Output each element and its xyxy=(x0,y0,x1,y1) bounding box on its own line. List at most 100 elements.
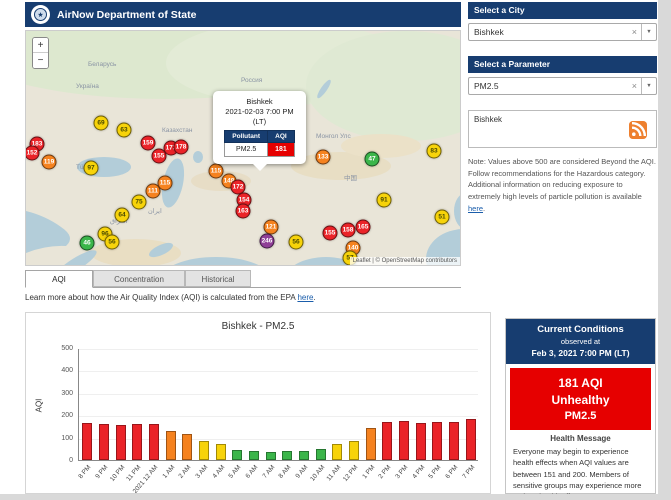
zoom-out-button[interactable]: − xyxy=(33,53,48,68)
aqi-map-marker[interactable]: 163 xyxy=(236,204,251,219)
y-axis-tick-label: 200 xyxy=(43,412,73,419)
tab-historical[interactable]: Historical xyxy=(185,270,251,287)
aqi-map-marker[interactable]: 178 xyxy=(174,140,189,155)
popup-col-aqi: AQI xyxy=(268,131,295,143)
popup-timezone: (LT) xyxy=(217,117,302,127)
popup-aqi-table: Pollutant AQI PM2.5 181 xyxy=(224,130,295,157)
y-axis-tick-label: 300 xyxy=(43,390,73,397)
chart-bar[interactable] xyxy=(299,451,309,460)
chart-bar[interactable] xyxy=(166,431,176,460)
chart-bar[interactable] xyxy=(316,449,326,460)
city-caret-down-icon[interactable]: ▼ xyxy=(641,24,656,40)
chart-bar[interactable] xyxy=(382,422,392,460)
aqi-map-marker[interactable]: 64 xyxy=(115,208,130,223)
aqi-map-marker[interactable]: 133 xyxy=(316,150,331,165)
map-popup: Bishkek 2021-02-03 7:00 PM (LT) Pollutan… xyxy=(213,91,306,164)
rss-feed-box: Bishkek xyxy=(468,110,657,148)
aqi-map-marker[interactable]: 158 xyxy=(341,223,356,238)
learn-more-here-link[interactable]: here xyxy=(297,293,313,302)
popup-pollutant-value: PM2.5 xyxy=(225,143,268,157)
aqi-map-marker[interactable]: 63 xyxy=(117,123,132,138)
aqi-map-marker[interactable]: 159 xyxy=(141,136,156,151)
select-parameter-header: Select a Parameter xyxy=(468,56,657,73)
chart-bar[interactable] xyxy=(366,428,376,460)
map-country-label: 中国 xyxy=(344,172,357,182)
y-axis-tick-label: 100 xyxy=(43,435,73,442)
aqi-map-marker[interactable]: 75 xyxy=(132,195,147,210)
parameter-clear-icon[interactable]: × xyxy=(628,81,641,91)
tab-aqi[interactable]: AQI xyxy=(25,270,93,288)
map-zoom-control: + − xyxy=(32,37,49,69)
learn-more-line: Learn more about how the Air Quality Ind… xyxy=(25,293,316,302)
chart-bar[interactable] xyxy=(132,424,142,460)
aqi-map-marker[interactable]: 83 xyxy=(427,144,442,159)
chart-bar[interactable] xyxy=(199,441,209,460)
app-header: ★ AirNow Department of State xyxy=(25,2,461,27)
aqi-map-marker[interactable]: 46 xyxy=(80,236,95,251)
chart-bar[interactable] xyxy=(116,425,126,460)
chart-bar[interactable] xyxy=(99,424,109,460)
map-country-label: ایران xyxy=(148,207,162,215)
note-here-link[interactable]: here xyxy=(468,204,483,213)
health-message-text: Everyone may begin to experience health … xyxy=(506,443,655,500)
aqi-map-marker[interactable]: 56 xyxy=(289,235,304,250)
aqi-map-marker[interactable]: 246 xyxy=(260,234,275,249)
observed-datetime: Feb 3, 2021 7:00 PM (LT) xyxy=(510,348,651,358)
city-select[interactable]: Bishkek × ▼ xyxy=(468,23,657,41)
aqi-map-marker[interactable]: 119 xyxy=(42,155,57,170)
aqi-map-marker[interactable]: 155 xyxy=(323,226,338,241)
tab-concentration[interactable]: Concentration xyxy=(93,270,185,287)
popup-aqi-value: 181 xyxy=(268,143,295,157)
note-text: Note: Values above 500 are considered Be… xyxy=(468,157,656,201)
page: ★ AirNow Department of State Бе xyxy=(0,0,671,500)
chart-bar[interactable] xyxy=(349,441,359,460)
chart-bar[interactable] xyxy=(216,444,226,460)
chart-bar[interactable] xyxy=(432,422,442,460)
aqi-map-marker[interactable]: 56 xyxy=(105,235,120,250)
aqi-map-marker[interactable]: 121 xyxy=(264,220,279,235)
chart-y-axis-label: AQI xyxy=(34,399,43,413)
chart-bar[interactable] xyxy=(182,434,192,460)
map-country-label: Монгол Улс xyxy=(316,133,351,140)
aqi-map-marker[interactable]: 91 xyxy=(377,193,392,208)
chart-bar[interactable] xyxy=(399,421,409,460)
y-axis-tick-label: 400 xyxy=(43,367,73,374)
parameter-select[interactable]: PM2.5 × ▼ xyxy=(468,77,657,95)
aqi-map-marker[interactable]: 97 xyxy=(84,161,99,176)
zoom-in-button[interactable]: + xyxy=(33,38,48,53)
aqi-map-marker[interactable]: 69 xyxy=(94,116,109,131)
chart-bar[interactable] xyxy=(416,423,426,460)
y-axis-tick-label: 500 xyxy=(43,345,73,352)
aqi-map[interactable]: БеларусьУкраїнаРоссияКазахстанМонгол Улс… xyxy=(25,30,461,266)
rss-icon[interactable] xyxy=(629,121,647,139)
aqi-map-marker[interactable]: 115 xyxy=(158,176,173,191)
city-clear-icon[interactable]: × xyxy=(628,27,641,37)
select-city-label: Select a City xyxy=(474,5,525,15)
chart-plot: 01002003004005008 PM9 PM10 PM11 PMFeb 02… xyxy=(78,349,478,461)
chart-bar[interactable] xyxy=(249,451,259,460)
aqi-map-marker[interactable]: 115 xyxy=(209,164,224,179)
map-country-label: Беларусь xyxy=(88,61,116,68)
chart-bar[interactable] xyxy=(282,451,292,460)
app-title: AirNow Department of State xyxy=(57,9,196,21)
current-conditions-panel: Current Conditions observed at Feb 3, 20… xyxy=(505,318,656,494)
current-conditions-header: Current Conditions observed at Feb 3, 20… xyxy=(506,319,655,364)
aqi-map-marker[interactable]: 152 xyxy=(25,146,40,161)
map-country-label: Россия xyxy=(241,77,262,84)
aqi-map-marker[interactable]: 165 xyxy=(356,220,371,235)
map-attribution[interactable]: Leaflet | © OpenStreetMap contributors xyxy=(350,257,460,265)
aqi-map-marker[interactable]: 47 xyxy=(365,152,380,167)
chart-bar[interactable] xyxy=(332,444,342,460)
chart-bar[interactable] xyxy=(149,424,159,460)
chart-bar[interactable] xyxy=(232,450,242,460)
chart-gridline xyxy=(79,416,478,417)
chart-bar[interactable] xyxy=(449,422,459,460)
chart-bar[interactable] xyxy=(466,419,476,460)
popup-city: Bishkek xyxy=(217,97,302,107)
parameter-caret-down-icon[interactable]: ▼ xyxy=(641,78,656,94)
select-city-header: Select a City xyxy=(468,2,657,19)
chart-bar[interactable] xyxy=(82,423,92,460)
chart-bar[interactable] xyxy=(266,452,276,460)
current-conditions-title: Current Conditions xyxy=(510,324,651,335)
aqi-map-marker[interactable]: 51 xyxy=(435,210,450,225)
